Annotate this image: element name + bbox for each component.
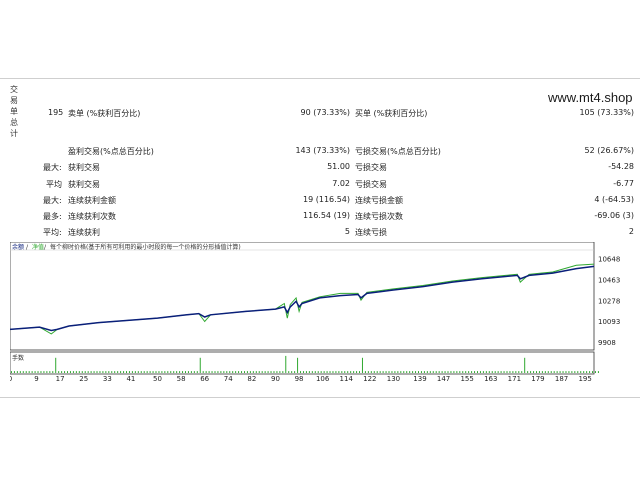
- x-tick-label: 90: [271, 375, 280, 382]
- average-prefix: 平均: [46, 180, 62, 189]
- total-trades-count: 195: [48, 108, 64, 117]
- x-tick-label: 0: [10, 375, 12, 382]
- avg-consecutive-losses-value: 2: [628, 227, 634, 236]
- watermark: www.mt4.shop: [548, 90, 633, 105]
- maximal-consecutive-profit-label: 连续获利次数: [68, 212, 116, 221]
- largest-profit-value: 51.00: [327, 162, 350, 171]
- x-tick-label: 25: [79, 375, 88, 382]
- y-tick-label: 10648: [598, 256, 620, 264]
- x-tick-label: 9: [34, 375, 38, 382]
- x-tick-label: 171: [508, 375, 521, 382]
- x-tick-label: 155: [460, 375, 473, 382]
- average-loss-value: -6.77: [613, 179, 634, 188]
- x-tick-label: 50: [153, 375, 162, 382]
- loss-trades-label: 亏损交易(%点总百分比): [355, 147, 441, 156]
- largest-loss-value: -54.28: [608, 162, 634, 171]
- max-consecutive-wins-label: 连续获利金额: [68, 196, 116, 205]
- legend-equity: 净值: [32, 243, 44, 251]
- maximal-consecutive-prefix: 最多:: [43, 212, 62, 221]
- x-tick-label: 130: [387, 375, 400, 382]
- x-tick-label: 122: [363, 375, 376, 382]
- main-plot-frame: [10, 242, 595, 351]
- x-tick-label: 66: [200, 375, 209, 382]
- avg-consecutive-losses-label: 连续亏损: [355, 228, 387, 237]
- avg-consecutive-prefix: 平均:: [43, 228, 62, 237]
- x-tick-label: 41: [126, 375, 135, 382]
- y-tick-label: 9908: [598, 339, 616, 347]
- x-tick-label: 82: [247, 375, 256, 382]
- y-tick-label: 10463: [598, 277, 620, 285]
- x-tick-label: 163: [484, 375, 497, 382]
- average-loss-label: 亏损交易: [355, 180, 387, 189]
- largest-profit-label: 获利交易: [68, 163, 100, 172]
- x-tick-label: 58: [177, 375, 186, 382]
- max-consecutive-losses-label: 连续亏损金额: [355, 196, 403, 205]
- x-tick-label: 106: [316, 375, 330, 382]
- avg-consecutive-wins-value: 5: [344, 227, 350, 236]
- x-tick-label: 33: [103, 375, 112, 382]
- short-trades-label: 卖单 (%获利百分比): [68, 109, 141, 118]
- largest-loss-label: 亏损交易: [355, 163, 387, 172]
- short-trades-value: 90 (73.33%): [300, 108, 350, 117]
- x-tick-label: 179: [531, 375, 544, 382]
- legend-description: 每个柳时价格(基于所有可利用的最小时段的每一个价格的分形插值计算): [50, 243, 241, 251]
- avg-consecutive-wins-label: 连续获利: [68, 228, 100, 237]
- y-tick-label: 10278: [598, 297, 620, 305]
- x-tick-label: 187: [555, 375, 568, 382]
- y-tick-label: 10093: [598, 318, 620, 326]
- maximal-consecutive-loss-value: -69.06 (3): [594, 211, 634, 220]
- legend-balance: 余额: [12, 243, 24, 251]
- average-profit-label: 获利交易: [68, 180, 100, 189]
- equity-chart: 余额 / 净值 / 每个柳时价格(基于所有可利用的最小时段的每一个价格的分形插值…: [10, 242, 632, 382]
- profit-trades-value: 143 (73.33%): [295, 146, 350, 155]
- max-consecutive-losses-value: 4 (-64.53): [594, 195, 634, 204]
- x-tick-label: 139: [413, 375, 426, 382]
- largest-prefix: 最大:: [43, 163, 62, 172]
- volume-plot-frame: [10, 351, 595, 375]
- x-axis-ticks: 0 9 17 25 33 41 50 58 66 74 82 90 98 106 114 122 130 139 1…: [10, 375, 592, 382]
- long-trades-label: 买单 (%获利百分比): [355, 109, 428, 118]
- x-tick-label: 17: [56, 375, 65, 382]
- profit-trades-label: 盈利交易(%点总百分比): [68, 147, 154, 156]
- long-trades-value: 105 (73.33%): [579, 108, 634, 117]
- max-consecutive-prefix: 最大:: [43, 196, 62, 205]
- max-consecutive-wins-value: 19 (116.54): [303, 195, 350, 204]
- y-axis-ticks: 10648 10463 10278 10093 9908: [598, 256, 620, 347]
- x-tick-label: 147: [437, 375, 450, 382]
- x-tick-label: 74: [224, 375, 233, 382]
- x-tick-label: 98: [295, 375, 304, 382]
- side-title: 交 易 单 总 计: [10, 85, 18, 138]
- x-tick-label: 114: [340, 375, 354, 382]
- maximal-consecutive-profit-value: 116.54 (19): [303, 211, 350, 220]
- volume-label: 手数: [12, 354, 24, 362]
- x-tick-label: 195: [578, 375, 591, 382]
- equity-chart-svg: 余额 / 净值 / 每个柳时价格(基于所有可利用的最小时段的每一个价格的分形插值…: [10, 242, 620, 382]
- loss-trades-value: 52 (26.67%): [584, 146, 634, 155]
- average-profit-value: 7.02: [332, 179, 350, 188]
- maximal-consecutive-loss-label: 连续亏损次数: [355, 212, 403, 221]
